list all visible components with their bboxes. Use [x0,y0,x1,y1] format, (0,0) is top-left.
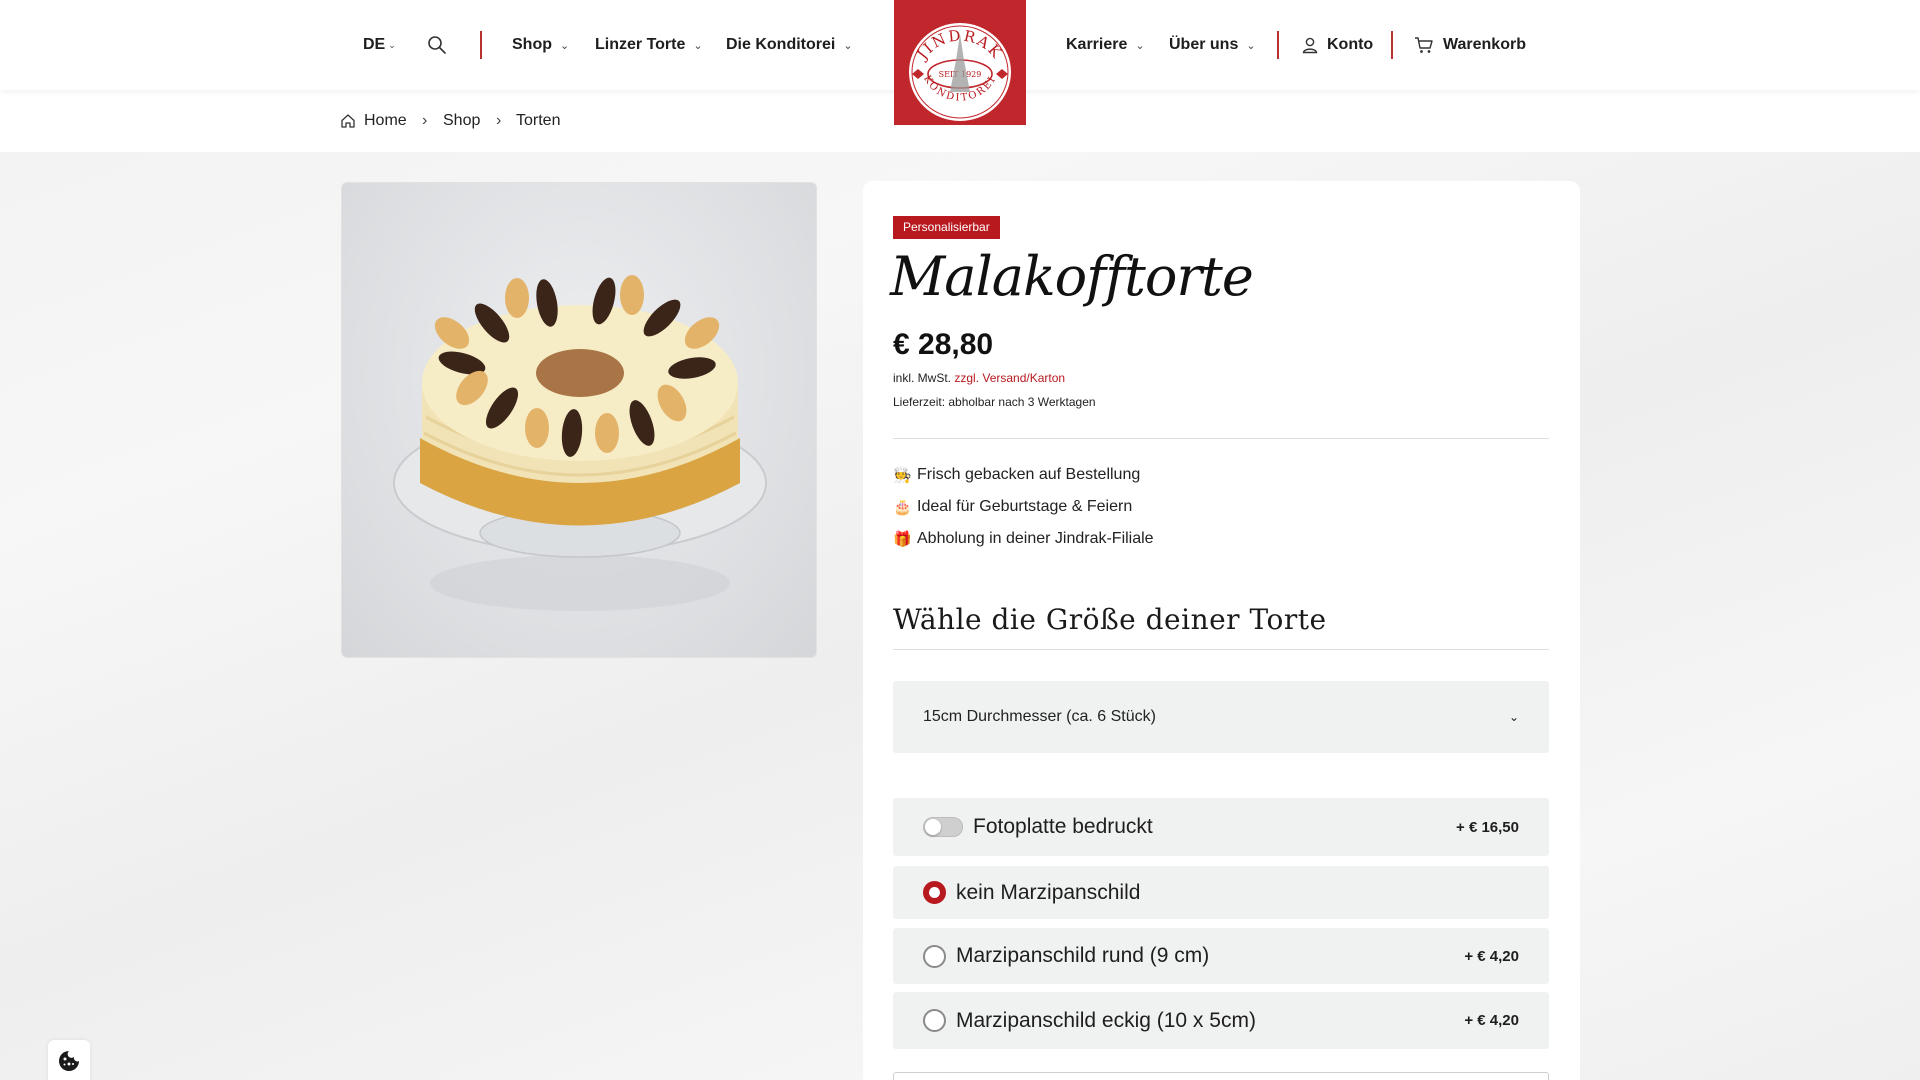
personalizable-badge: Personalisierbar [893,216,1000,239]
chevron-down-icon: ⌄ [388,39,396,50]
chevron-down-icon: ⌄ [1246,39,1256,52]
cake-illustration [393,275,767,611]
nav-shop-label: Shop [512,36,552,53]
nav-divider [480,31,482,59]
nav-konditorei-label: Die Konditorei [726,36,836,53]
account-link[interactable]: Konto [1301,0,1373,90]
chevron-down-icon: ⌄ [843,39,853,52]
chevron-right-icon: › [422,112,428,129]
size-select-value: 15cm Durchmesser (ca. 6 Stück) [923,708,1156,725]
feature-text: Abholung in deiner Jindrak-Filiale [917,530,1154,547]
marzipan-option-label: Marzipanschild rund (9 cm) [956,944,1210,967]
size-heading: Wähle die Größe deiner Torte [893,603,1327,636]
feature-text: Frisch gebacken auf Bestellung [917,466,1141,483]
cart-icon [1415,37,1433,53]
nav-ueber-uns-label: Über uns [1169,36,1239,53]
nav-linzer-torte-label: Linzer Torte [595,36,686,53]
photo-plate-label: Fotoplatte bedruckt [973,815,1153,838]
language-selector[interactable]: DE ⌄ [363,0,396,90]
chef-icon: 🧑‍🍳 [893,467,912,484]
tax-prefix: inkl. MwSt. [893,371,952,385]
chevron-right-icon: › [496,112,502,129]
shipping-link[interactable]: zzgl. Versand/Karton [954,371,1065,385]
radio-button[interactable] [923,1009,946,1032]
breadcrumb-home[interactable]: Home [340,90,407,152]
product-image[interactable] [341,182,817,658]
cart-link[interactable]: Warenkorb [1414,0,1526,90]
language-label: DE [363,36,386,53]
radio-button[interactable] [923,881,946,904]
chevron-down-icon: ⌄ [1508,710,1519,724]
product-price: € 28,80 [893,328,994,361]
chevron-down-icon: ⌄ [1135,39,1145,52]
gift-icon: 🎁 [893,531,912,548]
account-label: Konto [1327,36,1374,53]
nav-divider [1277,31,1279,59]
divider [893,649,1549,650]
next-option-field[interactable] [893,1072,1549,1080]
cookie-settings-button[interactable] [48,1040,90,1080]
photo-plate-price: + € 16,50 [1456,818,1519,836]
search-icon [428,36,446,54]
user-icon [1302,37,1318,54]
breadcrumb-shop[interactable]: Shop [443,90,480,152]
logo-emblem: JINDRAK SEIT 1929 KONDITOREI [907,21,1013,123]
size-select[interactable]: 15cm Durchmesser (ca. 6 Stück) ⌄ [893,681,1549,753]
nav-shop[interactable]: Shop ⌄ [512,0,569,90]
nav-linzer-torte[interactable]: Linzer Torte ⌄ [595,0,703,90]
radio-button[interactable] [923,944,946,968]
nav-karriere-label: Karriere [1066,36,1128,53]
nav-ueber-uns[interactable]: Über uns ⌄ [1169,0,1256,90]
breadcrumb-torten-label: Torten [516,112,561,129]
marzipan-option-label: kein Marzipanschild [956,880,1141,904]
divider [893,438,1549,439]
breadcrumb-torten: Torten [516,90,560,152]
marzipan-option-price: + € 4,20 [1464,947,1519,965]
breadcrumb-shop-label: Shop [443,112,481,129]
nav-karriere[interactable]: Karriere ⌄ [1066,0,1145,90]
nav-konditorei[interactable]: Die Konditorei ⌄ [726,0,853,90]
nav-divider [1391,31,1393,59]
marzipan-option-rectangular[interactable]: Marzipanschild eckig (10 x 5cm) + € 4,20 [893,992,1549,1049]
chevron-down-icon: ⌄ [560,39,570,52]
marzipan-option-round[interactable]: Marzipanschild rund (9 cm) + € 4,20 [893,928,1549,984]
marzipan-option-price: + € 4,20 [1464,1012,1519,1029]
marzipan-option-none[interactable]: kein Marzipanschild [893,866,1549,919]
jindrak-logo[interactable]: JINDRAK SEIT 1929 KONDITOREI [894,0,1026,125]
feature-text: Ideal für Geburtstage & Feiern [917,498,1133,515]
chevron-down-icon: ⌄ [693,39,703,52]
feature-item: 🎁 Abholung in deiner Jindrak-Filiale [893,530,1154,548]
cake-icon: 🎂 [893,499,912,516]
search-button[interactable] [427,0,447,90]
delivery-info: Lieferzeit: abholbar nach 3 Werktagen [893,395,1096,409]
breadcrumb-home-label: Home [364,112,407,129]
cookie-icon [59,1051,79,1071]
feature-item: 🎂 Ideal für Geburtstage & Feiern [893,498,1132,516]
cart-label: Warenkorb [1443,36,1526,53]
photo-plate-option[interactable]: Fotoplatte bedruckt + € 16,50 [893,798,1549,856]
feature-item: 🧑‍🍳 Frisch gebacken auf Bestellung [893,466,1140,484]
home-icon [341,114,355,128]
product-title: Malakofftorte [890,245,1254,308]
photo-plate-toggle[interactable] [923,817,963,837]
marzipan-option-label: Marzipanschild eckig (10 x 5cm) [956,1008,1256,1032]
tax-info: inkl. MwSt. zzgl. Versand/Karton [893,371,1065,385]
